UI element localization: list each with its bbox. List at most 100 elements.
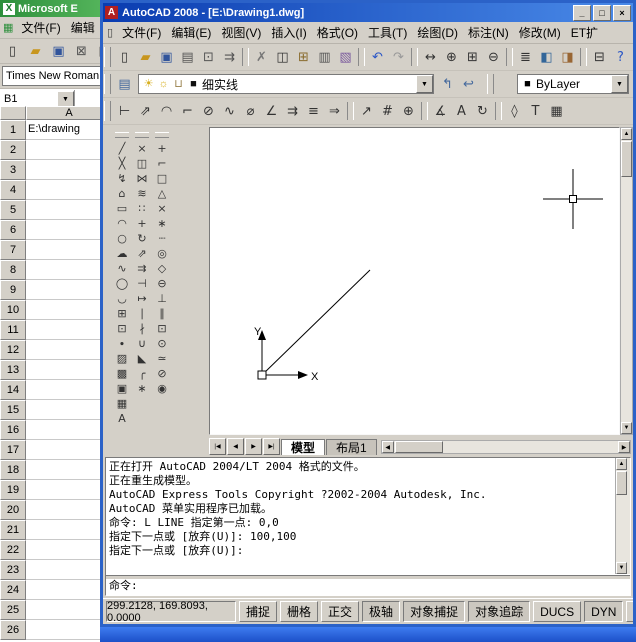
arc-button[interactable]: ◠	[113, 216, 131, 231]
array-button[interactable]: ∷	[133, 201, 151, 216]
extend-button[interactable]: ↦	[133, 291, 151, 306]
status-toggle-ducs[interactable]: DUCS	[533, 601, 582, 622]
table-style-button[interactable]: ▦	[546, 101, 567, 122]
designcenter-button[interactable]: ◧	[536, 47, 557, 68]
snap-to-node-button[interactable]: ⊙	[153, 336, 171, 351]
model-space-viewport[interactable]: Y X	[209, 127, 620, 435]
new-workbook-button[interactable]: ▯	[2, 41, 23, 62]
offset-button[interactable]: ≋	[133, 186, 151, 201]
layer-properties-manager-button[interactable]: ▤	[114, 74, 135, 95]
drawing-canvas[interactable]: Y X	[210, 128, 619, 434]
snap-from-button[interactable]: ⌐	[153, 156, 171, 171]
horizontal-scroll-thumb[interactable]	[394, 441, 443, 453]
tolerance-button[interactable]: #	[377, 101, 398, 122]
make-block-button[interactable]: ⊡	[113, 321, 131, 336]
scroll-down-arrow-icon[interactable]: ▼	[616, 562, 627, 574]
autocad-menu-7[interactable]: 标注(N)	[463, 24, 514, 41]
row-header-13[interactable]: 13	[0, 360, 26, 380]
snap-to-perpendicular-button[interactable]: ⊥	[153, 291, 171, 306]
close-button[interactable]: ×	[613, 4, 631, 21]
cut-button[interactable]: ✗	[251, 47, 272, 68]
zoom-previous-button[interactable]: ⊖	[483, 47, 504, 68]
status-toggle-snap[interactable]: 捕捉	[239, 601, 278, 622]
autocad-menu-1[interactable]: 编辑(E)	[166, 24, 216, 41]
qnew-button[interactable]: ▯	[114, 47, 135, 68]
autocad-menu-6[interactable]: 绘图(D)	[412, 24, 463, 41]
properties-button[interactable]: ≣	[515, 47, 536, 68]
copy-object-button[interactable]: ◫	[133, 156, 151, 171]
scroll-up-arrow-icon[interactable]: ▲	[621, 128, 632, 140]
break-button[interactable]: ∤	[133, 321, 151, 336]
autocad-titlebar[interactable]: A AutoCAD 2008 - [E:\Drawing1.dwg] _ □ ×	[103, 3, 633, 22]
status-toggle-osnap[interactable]: 对象捕捉	[403, 601, 466, 622]
font-combobox[interactable]: Times New Roman ▼	[2, 66, 104, 86]
excel-titlebar[interactable]: X Microsoft E	[0, 0, 112, 17]
maximize-button[interactable]: □	[593, 4, 611, 21]
snap-to-midpoint-button[interactable]: △	[153, 186, 171, 201]
paste-button[interactable]: ⊞	[293, 47, 314, 68]
toolbar-grip[interactable]	[155, 132, 169, 138]
command-scrollbar[interactable]: ▲ ▼	[615, 458, 630, 574]
command-splitter[interactable]	[106, 575, 630, 580]
dim-update-button[interactable]: ↻	[472, 101, 493, 122]
insert-block-button[interactable]: ⊞	[113, 306, 131, 321]
ellipse-button[interactable]: ◯	[113, 276, 131, 291]
snap-to-none-button[interactable]: ⊘	[153, 366, 171, 381]
drawn-line[interactable]	[261, 269, 371, 376]
osnap-settings-button[interactable]: ◉	[153, 381, 171, 396]
toolbar-grip[interactable]	[115, 132, 129, 138]
toolbar-grip[interactable]	[487, 74, 494, 94]
stretch-button[interactable]: ⇉	[133, 261, 151, 276]
dim-ordinate-button[interactable]: ⌐	[177, 101, 198, 122]
quick-leader-button[interactable]: ↗	[356, 101, 377, 122]
plot-button[interactable]: ▤	[177, 47, 198, 68]
row-header-24[interactable]: 24	[0, 580, 26, 600]
scroll-down-arrow-icon[interactable]: ▼	[621, 422, 632, 434]
command-input-line[interactable]: 命令:	[109, 579, 138, 593]
multiline-text-button[interactable]: A	[113, 411, 131, 426]
status-toggle-polar[interactable]: 极轴	[362, 601, 401, 622]
row-header-10[interactable]: 10	[0, 300, 26, 320]
snap-to-tangent-button[interactable]: ⊖	[153, 276, 171, 291]
command-text-area[interactable]: 正在打开 AutoCAD 2004/LT 2004 格式的文件。 正在重生成模型。…	[105, 457, 631, 596]
scroll-right-arrow-icon[interactable]: ▶	[618, 441, 630, 453]
temporary-tracking-button[interactable]: +	[153, 141, 171, 156]
snap-to-center-button[interactable]: ◎	[153, 246, 171, 261]
minimize-button[interactable]: _	[573, 4, 591, 21]
help-button[interactable]: ?	[610, 47, 631, 68]
autocad-menu-0[interactable]: 文件(F)	[117, 24, 166, 41]
chamfer-button[interactable]: ◣	[133, 351, 151, 366]
scroll-left-arrow-icon[interactable]: ◀	[381, 441, 394, 453]
select-all-corner[interactable]	[0, 106, 26, 120]
tool-palettes-button[interactable]: ◨	[557, 47, 578, 68]
zoom-realtime-button[interactable]: ⊕	[441, 47, 462, 68]
break-at-point-button[interactable]: ∣	[133, 306, 151, 321]
scroll-up-arrow-icon[interactable]: ▲	[616, 458, 627, 470]
dim-radius-button[interactable]: ⊘	[198, 101, 219, 122]
vertical-scrollbar[interactable]: ▲ ▼	[620, 127, 633, 435]
rectangle-button[interactable]: ▭	[113, 201, 131, 216]
vertical-scroll-thumb[interactable]	[621, 141, 632, 177]
plot-preview-button[interactable]: ⊡	[198, 47, 219, 68]
name-box-dropdown-icon[interactable]: ▼	[57, 91, 74, 107]
zoom-window-button[interactable]: ⊞	[462, 47, 483, 68]
dim-linear-button[interactable]: ⊢	[114, 101, 135, 122]
command-scroll-thumb[interactable]	[616, 471, 627, 495]
dim-edit-button[interactable]: ∡	[430, 101, 451, 122]
first-tab-button[interactable]: |◀	[209, 438, 226, 455]
redo-button[interactable]: ↷	[388, 47, 409, 68]
open-button[interactable]: ▰	[25, 41, 46, 62]
dim-angular-button[interactable]: ∠	[261, 101, 282, 122]
ellipse-arc-button[interactable]: ◡	[113, 291, 131, 306]
toolbar-grip[interactable]	[104, 74, 111, 94]
row-header-20[interactable]: 20	[0, 500, 26, 520]
dim-jogged-button[interactable]: ∿	[219, 101, 240, 122]
match-properties-button[interactable]: ▥	[314, 47, 335, 68]
row-header-19[interactable]: 19	[0, 480, 26, 500]
prev-tab-button[interactable]: ◀	[227, 438, 244, 455]
status-toggle-ortho[interactable]: 正交	[321, 601, 360, 622]
row-header-21[interactable]: 21	[0, 520, 26, 540]
layer-previous-button[interactable]: ↩	[458, 74, 479, 95]
snap-to-parallel-button[interactable]: ∥	[153, 306, 171, 321]
save-button[interactable]: ▣	[48, 41, 69, 62]
